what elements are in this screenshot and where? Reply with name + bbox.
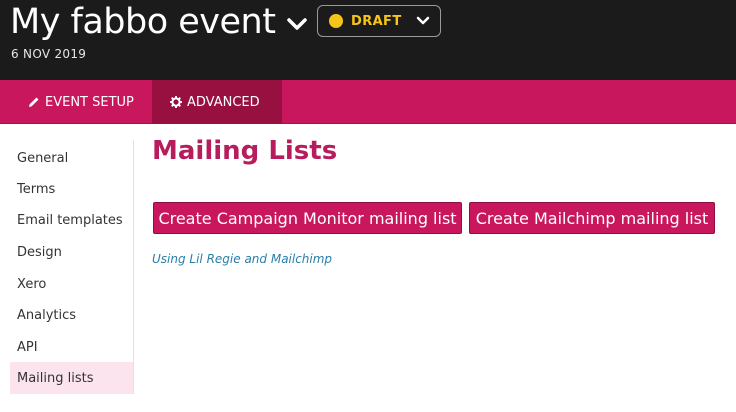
tab-bar: EVENT SETUP ADVANCED (0, 80, 736, 124)
sidebar-item-mailing-lists[interactable]: Mailing lists (10, 362, 133, 394)
status-dropdown[interactable]: DRAFT (317, 5, 441, 37)
chevron-down-icon (416, 16, 430, 25)
gear-icon (170, 96, 182, 108)
create-mailchimp-list-button[interactable]: Create Mailchimp mailing list (469, 202, 715, 234)
status-label: DRAFT (351, 13, 402, 29)
page-title: Mailing Lists (152, 136, 338, 166)
event-title: My fabbo event (10, 2, 276, 42)
sidebar-item-email-templates[interactable]: Email templates (10, 204, 133, 236)
tab-label: EVENT SETUP (45, 94, 134, 110)
tab-label: ADVANCED (187, 94, 260, 110)
pencil-icon (29, 97, 39, 107)
status-dot-icon (329, 14, 343, 28)
sidebar-item-design[interactable]: Design (10, 236, 133, 268)
create-campaign-monitor-list-button[interactable]: Create Campaign Monitor mailing list (153, 202, 462, 234)
sidebar-item-api[interactable]: API (10, 331, 133, 363)
tab-advanced[interactable]: ADVANCED (152, 80, 282, 124)
sidebar-item-terms[interactable]: Terms (10, 173, 133, 205)
tab-event-setup[interactable]: EVENT SETUP (0, 80, 152, 124)
mailchimp-help-link[interactable]: Using Lil Regie and Mailchimp (152, 252, 332, 266)
sidebar-item-analytics[interactable]: Analytics (10, 299, 133, 331)
sidebar-item-general[interactable]: General (10, 142, 133, 174)
settings-sidebar: General Terms Email templates Design Xer… (10, 140, 134, 394)
event-title-row: My fabbo event (10, 2, 308, 42)
event-date: 6 NOV 2019 (11, 47, 87, 61)
chevron-down-icon[interactable] (287, 18, 308, 32)
sidebar-item-xero[interactable]: Xero (10, 268, 133, 300)
event-header: My fabbo event 6 NOV 2019 DRAFT (0, 0, 736, 80)
